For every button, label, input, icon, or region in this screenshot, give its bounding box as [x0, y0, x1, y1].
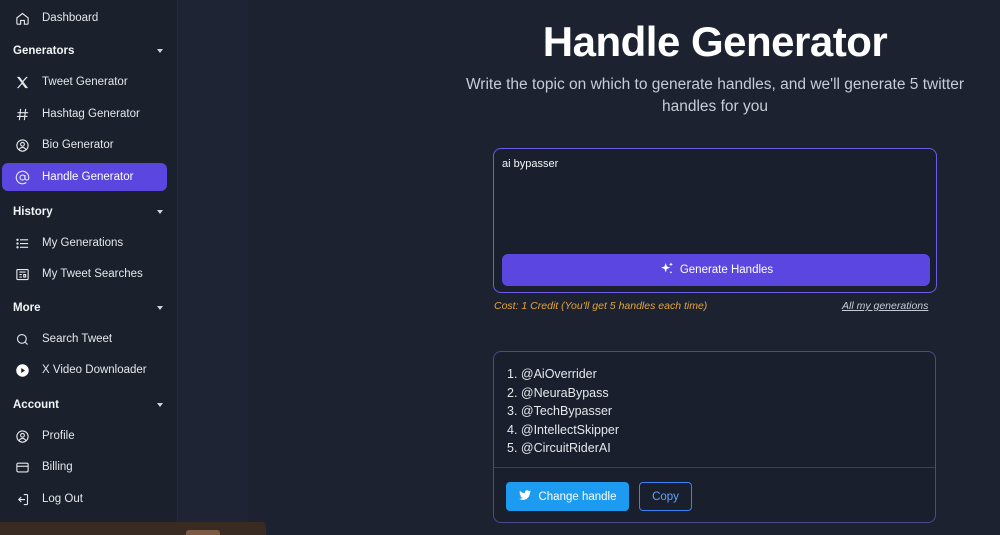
twitter-bird-icon [518, 488, 532, 505]
section-label: Generators [13, 45, 75, 57]
hash-icon [2, 107, 42, 122]
caret-down-icon [157, 210, 163, 214]
sidebar-item-label: My Generations [42, 237, 124, 249]
section-more[interactable]: More [13, 299, 165, 317]
preview-thumbnail [186, 530, 220, 535]
play-circle-icon [2, 363, 42, 378]
logout-icon [2, 492, 42, 507]
sidebar-item-dashboard[interactable]: Dashboard [2, 4, 167, 32]
sidebar-item-handle-generator[interactable]: Handle Generator [2, 163, 167, 191]
section-label: More [13, 302, 41, 314]
sidebar-item-profile[interactable]: Profile [2, 422, 167, 450]
user-circle-icon [2, 429, 42, 444]
user-circle-icon [2, 138, 42, 153]
home-icon [2, 11, 42, 26]
caret-down-icon [157, 403, 163, 407]
sidebar-item-label: My Tweet Searches [42, 268, 143, 280]
cost-note: Cost: 1 Credit (You'll get 5 handles eac… [494, 300, 708, 312]
list-item: 5. @CircuitRiderAI [507, 441, 611, 455]
section-generators[interactable]: Generators [13, 42, 165, 60]
section-history[interactable]: History [13, 203, 165, 221]
sidebar-item-label: Search Tweet [42, 333, 113, 345]
results-card: 1. @AiOverrider 2. @NeuraBypass 3. @Tech… [493, 351, 936, 523]
sidebar-item-x-video-downloader[interactable]: X Video Downloader [2, 356, 167, 384]
generate-handles-label: Generate Handles [679, 264, 774, 276]
caret-down-icon [157, 49, 163, 53]
sidebar-item-label: X Video Downloader [42, 364, 147, 376]
list-item: 3. @TechBypasser [507, 404, 613, 418]
list-item: 2. @NeuraBypass [507, 385, 609, 400]
sparkles-icon [659, 261, 675, 280]
sidebar-item-label: Profile [42, 430, 75, 442]
section-label: Account [13, 399, 59, 411]
sidebar-item-bio-generator[interactable]: Bio Generator [2, 131, 167, 159]
sidebar-item-billing[interactable]: Billing [2, 453, 167, 481]
sidebar-gutter [178, 0, 248, 535]
search-icon [2, 332, 42, 347]
credit-card-icon [2, 460, 42, 475]
sidebar-item-log-out[interactable]: Log Out [2, 485, 167, 513]
sidebar-item-label: Hashtag Generator [42, 108, 140, 120]
sidebar-item-hashtag-generator[interactable]: Hashtag Generator [2, 100, 167, 128]
sidebar-item-search-tweet[interactable]: Search Tweet [2, 325, 167, 353]
newspaper-icon [2, 267, 42, 282]
subtitle-line: handles for you [662, 98, 768, 115]
sidebar-item-label: Handle Generator [42, 171, 134, 183]
sidebar-item-my-tweet-searches[interactable]: My Tweet Searches [2, 260, 167, 288]
caret-down-icon [157, 306, 163, 310]
list-item: 4. @IntellectSkipper [507, 422, 620, 437]
sidebar-item-label: Tweet Generator [42, 76, 128, 88]
sidebar-item-tweet-generator[interactable]: Tweet Generator [2, 68, 167, 96]
section-label: History [13, 206, 53, 218]
x-logo-icon [2, 75, 42, 90]
taskbar-preview [0, 522, 266, 535]
at-sign-icon [2, 170, 42, 185]
topic-input-card: ai bypasser Generate Handles [493, 148, 937, 293]
sidebar-item-label: Bio Generator [42, 139, 114, 151]
sidebar: Dashboard Generators Tweet Generator Has… [0, 0, 178, 535]
copy-button[interactable]: Copy [639, 482, 692, 511]
generate-handles-button[interactable]: Generate Handles [502, 254, 930, 286]
change-handle-button[interactable]: Change handle [506, 482, 629, 511]
list-item: 1. @AiOverrider [507, 367, 597, 381]
sidebar-item-my-generations[interactable]: My Generations [2, 229, 167, 257]
subtitle-line: Write the topic on which to generate han… [465, 76, 965, 93]
sidebar-item-label: Billing [42, 461, 73, 473]
list-icon [2, 236, 42, 251]
section-account[interactable]: Account [13, 396, 165, 414]
sidebar-item-label: Log Out [42, 493, 83, 505]
divider [494, 467, 935, 468]
sidebar-item-label: Dashboard [42, 12, 99, 24]
change-handle-label: Change handle [538, 490, 617, 503]
all-generations-link[interactable]: All my generations [842, 300, 928, 312]
topic-input[interactable]: ai bypasser [502, 158, 922, 170]
page-title: Handle Generator [542, 18, 888, 65]
handles-list: 1. @AiOverrider 2. @NeuraBypass 3. @Tech… [507, 365, 619, 458]
page-subtitle: Write the topic on which to generate han… [440, 74, 990, 118]
